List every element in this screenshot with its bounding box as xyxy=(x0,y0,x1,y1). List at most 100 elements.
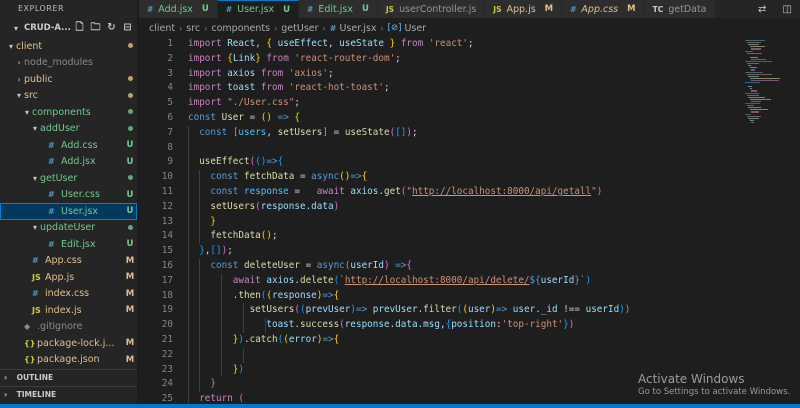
split-editor-icon[interactable]: ◫ xyxy=(783,4,792,15)
git-status-dot xyxy=(123,173,137,183)
tree-folder-updateuser[interactable]: ▾ updateUser xyxy=(0,220,137,237)
tree-folder-node-modules[interactable]: › node_modules xyxy=(0,55,137,72)
tab-label: App.css xyxy=(581,3,619,15)
json-file-icon: {} xyxy=(24,355,36,365)
minimap-line xyxy=(749,46,765,48)
line-number: 23 xyxy=(161,363,173,375)
tab-getdata[interactable]: TC getData xyxy=(644,0,716,18)
chevron-right-icon: › xyxy=(322,23,326,33)
git-status-dot xyxy=(123,124,137,134)
minimap-line xyxy=(745,92,759,94)
minimap-line xyxy=(749,109,768,111)
collapse-all-icon[interactable]: ⊟ xyxy=(122,22,133,33)
editor-tab-bar: # Add.jsx U # User.jsx U # Edit.jsx U JS userContr… xyxy=(139,0,800,18)
line-number: 11 xyxy=(161,185,173,197)
code-line: const User = () => { xyxy=(188,111,301,123)
tree-file-add-jsx[interactable]: # Add.jsx U xyxy=(0,154,137,171)
file-tree: ▾ client › node_modules › public ▾ src ▾ componen… xyxy=(0,38,137,385)
line-number: 2 xyxy=(167,52,173,64)
tab-add-jsx[interactable]: # Add.jsx U xyxy=(139,0,218,18)
tree-item-label: index.css xyxy=(45,288,90,300)
tree-folder-getuser[interactable]: ▾ getUser xyxy=(0,170,137,187)
refresh-icon[interactable]: ↻ xyxy=(106,22,117,33)
tab-edit-jsx[interactable]: # Edit.jsx U xyxy=(299,0,378,18)
line-number: 8 xyxy=(167,141,173,153)
tree-item-label: addUser xyxy=(40,123,80,135)
css-file-icon: # xyxy=(147,4,154,14)
outline-label: OUTLINE xyxy=(16,373,54,382)
minimap[interactable] xyxy=(740,37,800,404)
breadcrumb: client › src › components › getUser › # … xyxy=(139,20,800,36)
tree-item-label: client xyxy=(16,40,43,52)
minimap-line xyxy=(746,73,772,75)
tree-file-add-css[interactable]: # Add.css U xyxy=(0,137,137,154)
tab-label: Add.jsx xyxy=(158,3,193,15)
outline-section-header[interactable]: › OUTLINE xyxy=(0,369,137,384)
minimap-line xyxy=(746,42,761,44)
css-file-icon: # xyxy=(48,239,55,249)
minimap-line xyxy=(751,48,761,50)
tree-file-user-jsx[interactable]: # User.jsx U xyxy=(0,203,137,220)
minimap-line xyxy=(746,63,760,65)
line-number: 12 xyxy=(161,200,173,212)
breadcrumb-symbol[interactable]: User xyxy=(404,23,426,34)
code-line: setUsers(response.data) xyxy=(188,199,733,215)
minimap-line xyxy=(751,90,757,92)
git-status-badge: U xyxy=(126,239,134,250)
minimap-line xyxy=(749,119,754,121)
minimap-line xyxy=(746,115,761,117)
code-editor[interactable]: 1 2 3 4 5 6 7 8 9 10 11 12 13 14 15 16 17 18 19 20 21 22 23 24 2… xyxy=(139,37,739,404)
line-number: 5 xyxy=(167,97,173,109)
tab-label: Edit.jsx xyxy=(318,3,353,15)
minimap-line xyxy=(745,50,754,52)
tree-file-app-css[interactable]: # App.css M xyxy=(0,253,137,270)
line-number: 21 xyxy=(161,333,173,345)
css-file-icon: # xyxy=(48,140,55,150)
tree-folder-client[interactable]: ▾ client xyxy=(0,38,137,55)
new-file-icon[interactable]: 🗋 xyxy=(74,22,85,33)
line-number: 6 xyxy=(167,111,173,123)
tab-label: getData xyxy=(668,3,707,15)
tree-file-app-js[interactable]: JS App.js M xyxy=(0,269,137,286)
minimap-line xyxy=(746,105,754,107)
tab-app-css[interactable]: # App.css M xyxy=(562,0,645,18)
project-folder-header[interactable]: ▾ CRUD-A... 🗋 🗀 ↻ ⊟ xyxy=(0,18,137,38)
breadcrumb-client[interactable]: client xyxy=(149,23,175,34)
git-status-badge: U xyxy=(126,156,134,167)
watermark-subtitle: Go to Settings to activate Windows. xyxy=(638,387,791,397)
tab-user-jsx[interactable]: # User.jsx U xyxy=(217,0,300,18)
tree-file-edit-jsx[interactable]: # Edit.jsx U xyxy=(0,236,137,253)
minimap-line xyxy=(749,88,753,90)
line-number: 10 xyxy=(161,171,173,183)
tab-label: userController.js xyxy=(399,3,477,15)
tree-file-package-lock-j-[interactable]: {} package-lock.j... M xyxy=(0,335,137,352)
code-line: .then((response)=>{ xyxy=(188,288,733,304)
tree-file-user-css[interactable]: # User.css U xyxy=(0,187,137,204)
tree-file--gitignore[interactable]: ◆ .gitignore xyxy=(0,319,137,336)
minimap-line xyxy=(745,40,765,42)
breadcrumb-getuser[interactable]: getUser xyxy=(281,23,318,34)
tab-app-js[interactable]: JS App.js M xyxy=(485,0,563,18)
tab-usercontroller-js[interactable]: JS userController.js xyxy=(377,0,486,18)
minimap-line xyxy=(748,86,753,88)
tree-folder-components[interactable]: ▾ components xyxy=(0,104,137,121)
tree-item-label: User.css xyxy=(61,189,100,201)
compare-icon[interactable]: ⇄ xyxy=(758,4,766,15)
tree-folder-adduser[interactable]: ▾ addUser xyxy=(0,121,137,138)
tree-file-package-json[interactable]: {} package.json M xyxy=(0,352,137,369)
new-folder-icon[interactable]: 🗀 xyxy=(90,22,101,33)
code-line: }).catch((error)=>{ xyxy=(188,332,733,348)
tree-folder-public[interactable]: › public xyxy=(0,71,137,88)
breadcrumb-components[interactable]: components xyxy=(211,23,270,34)
css-file-icon: # xyxy=(32,289,39,299)
breadcrumb-src[interactable]: src xyxy=(186,23,200,34)
minimap-line xyxy=(749,98,771,100)
tree-file-index-css[interactable]: # index.css M xyxy=(0,286,137,303)
minimap-line xyxy=(749,56,758,58)
tree-file-index-js[interactable]: JS index.js M xyxy=(0,302,137,319)
timeline-section-header[interactable]: › TIMELINE xyxy=(0,386,137,401)
tree-folder-src[interactable]: ▾ src xyxy=(0,88,137,105)
breadcrumb-file[interactable]: User.jsx xyxy=(339,23,376,34)
code-area[interactable]: import React, { useEffect, useState } fr… xyxy=(188,37,733,404)
line-number: 18 xyxy=(161,289,173,301)
